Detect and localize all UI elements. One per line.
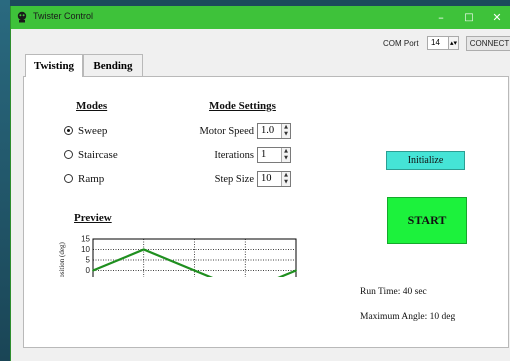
close-button[interactable]: ✕ — [483, 6, 510, 29]
initialize-button[interactable]: Initialize — [386, 151, 465, 170]
data-point — [92, 269, 94, 272]
data-point — [295, 269, 297, 272]
data-point — [142, 248, 145, 251]
y-tick-label: 0 — [86, 266, 91, 275]
window-title: Twister Control — [33, 11, 94, 21]
y-axis-label: Table Position (deg) — [58, 242, 66, 277]
y-tick-label: 10 — [81, 245, 90, 254]
tab-bending[interactable]: Bending — [83, 54, 143, 76]
preview-chart: 010203040151050-5-10-15Time (sec)Table P… — [58, 235, 297, 278]
max-angle-text: Maximum Angle: 10 deg — [360, 312, 456, 322]
y-tick-label: 5 — [86, 256, 91, 265]
desktop-background — [0, 0, 10, 361]
minimize-button[interactable]: – — [427, 6, 455, 29]
maximize-button[interactable]: □ — [455, 6, 483, 29]
connect-button[interactable]: CONNECT — [466, 36, 510, 51]
tab-twisting[interactable]: Twisting — [25, 54, 83, 77]
com-port-value: 14 — [431, 38, 440, 47]
com-port-spinner-icon[interactable]: ▴▾ — [448, 37, 458, 49]
y-tick-label: -5 — [83, 277, 91, 278]
run-time-text: Run Time: 40 sec — [360, 287, 427, 297]
start-button[interactable]: START — [387, 197, 467, 244]
y-tick-label: 15 — [81, 235, 90, 244]
title-bar[interactable]: Twister Control – □ ✕ — [11, 6, 510, 29]
app-icon — [17, 11, 27, 23]
app-window: Twister Control – □ ✕ COM Port 14 ▴▾ CON… — [10, 6, 510, 361]
com-port-label: COM Port — [383, 39, 419, 48]
